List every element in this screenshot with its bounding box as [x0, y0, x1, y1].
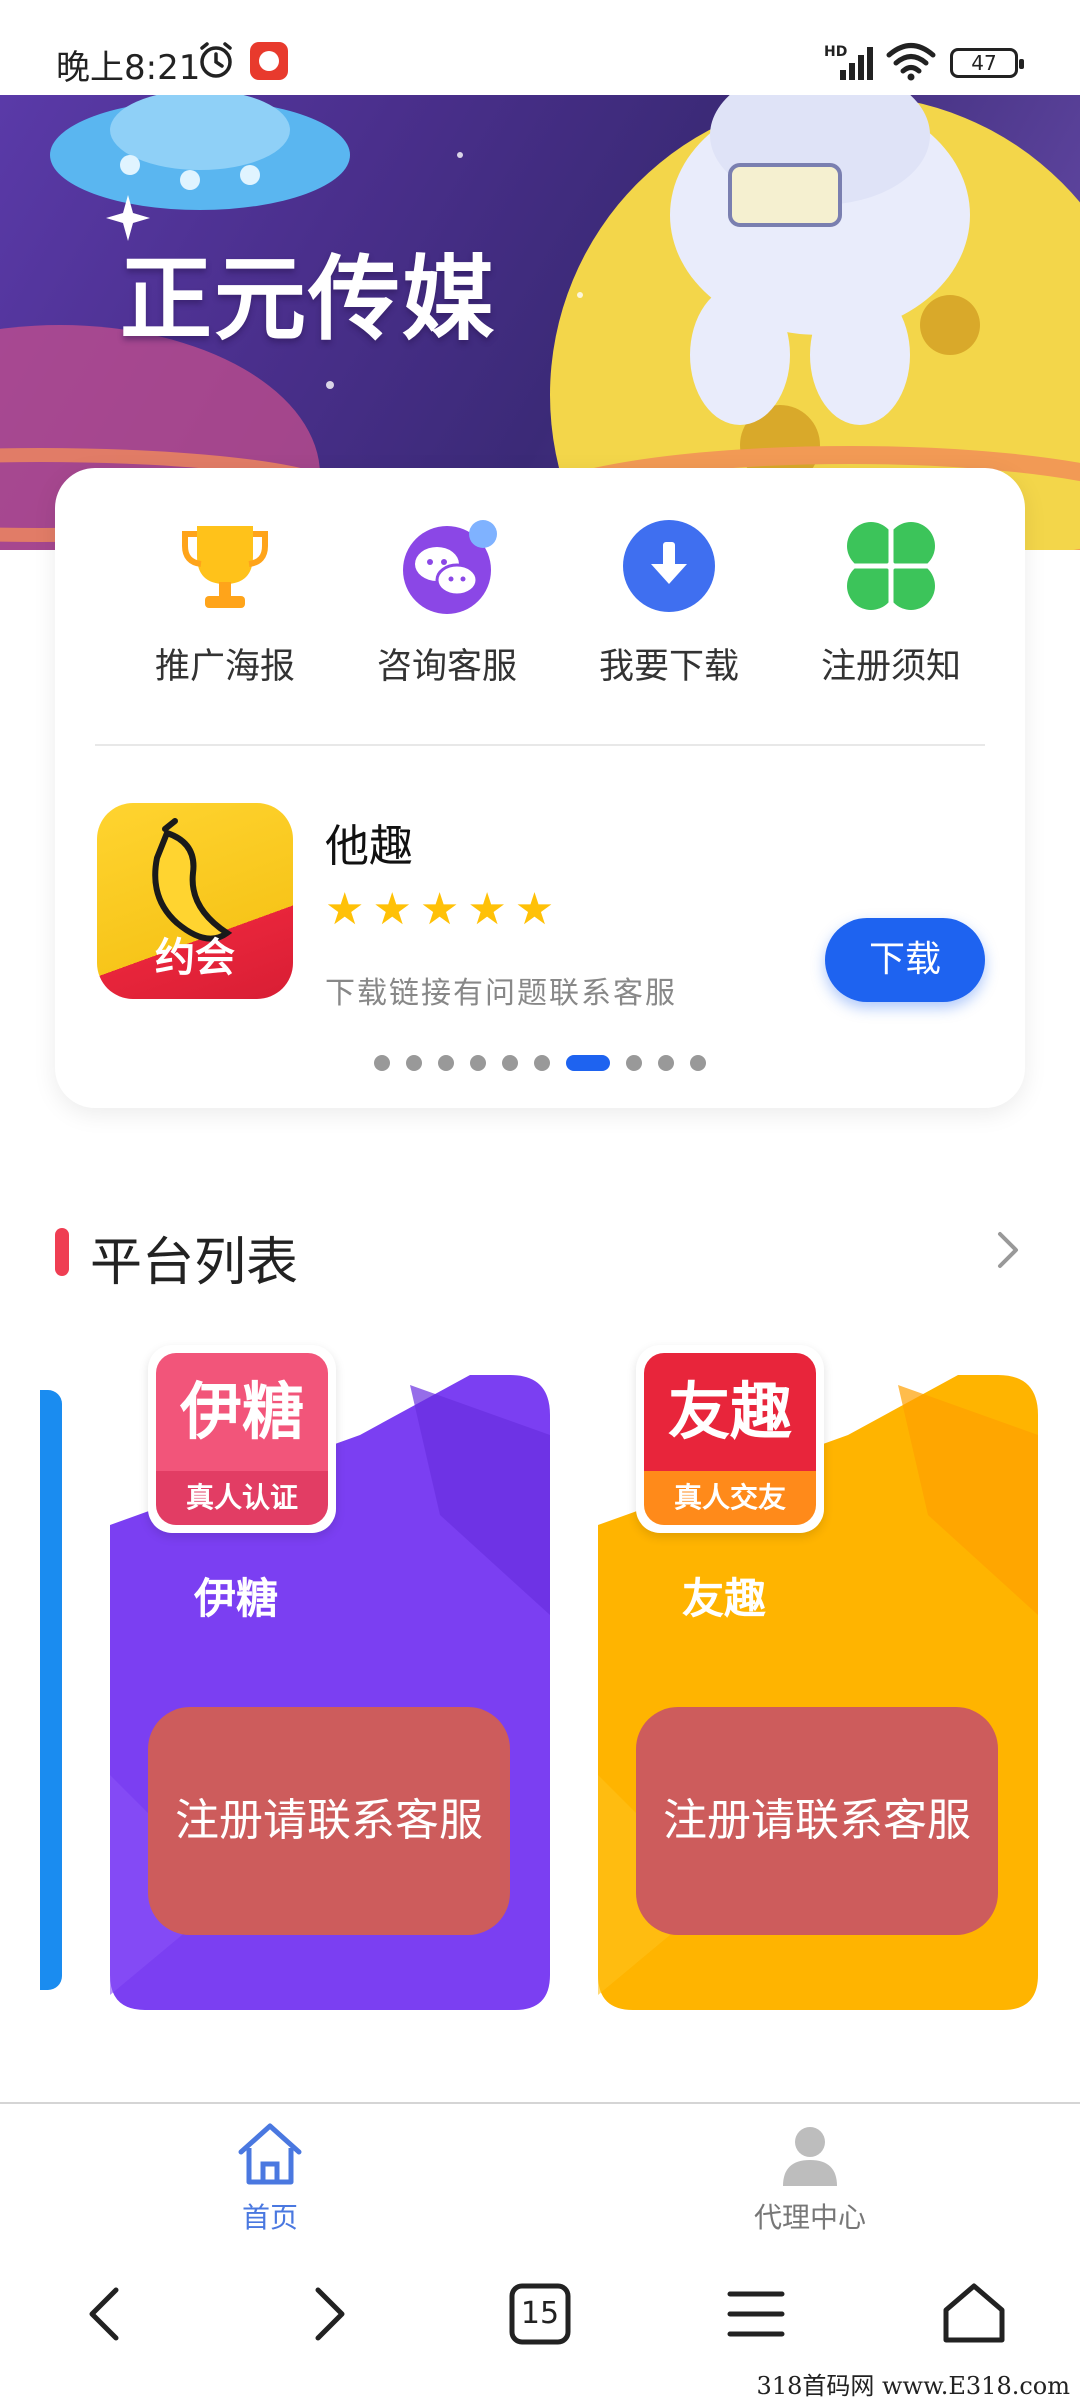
tab-home-label: 首页 [241, 2201, 298, 2234]
section-title: 平台列表 [90, 1233, 299, 1293]
forward-icon[interactable] [288, 2274, 368, 2354]
quick-action-download[interactable]: 我要下载 [569, 516, 769, 706]
back-icon[interactable] [66, 2274, 146, 2354]
platform-logo-subtitle: 真人交友 [644, 1471, 816, 1525]
platform-logo-subtitle: 真人认证 [156, 1471, 328, 1525]
carousel-dot[interactable] [438, 1054, 454, 1071]
tabs-button[interactable]: 15 [500, 2274, 580, 2354]
carousel-dot[interactable] [658, 1054, 674, 1071]
notification-app-icon [250, 42, 288, 80]
carousel-dot[interactable] [690, 1054, 706, 1071]
register-button[interactable]: 注册请联系客服 [148, 1707, 510, 1935]
previous-platform-card-edge[interactable] [40, 1390, 62, 1990]
banner-title: 正元传媒 [120, 246, 497, 353]
chevron-right-icon[interactable] [990, 1226, 1026, 1274]
chat-icon [403, 520, 497, 614]
tab-agent-center-label: 代理中心 [753, 2201, 866, 2234]
home-page-icon[interactable] [934, 2274, 1014, 2354]
menu-icon[interactable] [716, 2274, 796, 2354]
platform-card-yitang[interactable]: 伊糖 真人认证 伊糖 注册请联系客服 [110, 1345, 550, 2010]
register-button[interactable]: 注册请联系客服 [636, 1707, 998, 1935]
status-bar: 晚上8:21 HD 47 [0, 0, 1080, 95]
featured-app-logo[interactable]: 约会 [97, 803, 293, 999]
featured-app-logo-text: 约会 [155, 935, 235, 981]
rating-stars: ★★★★★ [325, 884, 563, 935]
quick-action-poster[interactable]: 推广海报 [125, 516, 325, 706]
tab-home[interactable]: 首页 [170, 2114, 370, 2234]
carousel-dot[interactable] [502, 1054, 518, 1071]
platform-name: 伊糖 [194, 1574, 279, 1623]
tab-agent-center[interactable]: 代理中心 [710, 2114, 910, 2234]
quick-action-label: 推广海报 [154, 647, 295, 687]
carousel-dot[interactable] [470, 1054, 486, 1071]
carousel-indicator [55, 1052, 1025, 1072]
platform-logo: 伊糖 真人认证 [148, 1345, 336, 1533]
platform-name: 友趣 [682, 1574, 767, 1623]
quick-action-label: 注册须知 [820, 647, 961, 687]
carousel-dot[interactable] [534, 1054, 550, 1071]
download-icon [623, 520, 715, 612]
status-time: 晚上8:21 [56, 48, 201, 88]
carousel-dot[interactable] [406, 1054, 422, 1071]
divider [95, 744, 985, 746]
bottom-tab-bar: 首页 代理中心 [0, 2102, 1080, 2234]
alarm-icon [200, 42, 232, 78]
platform-logo-title: 伊糖 [156, 1353, 328, 1471]
watermark: 318首码网 www.E318.com [756, 2372, 1070, 2400]
wifi-icon [886, 43, 936, 81]
quick-actions-card: 推广海报 咨询客服 我要下载 注册须知 约会 他趣 ★★★★★ 下载链接有问题联… [55, 468, 1025, 1108]
battery-indicator: 47 [950, 48, 1024, 78]
user-icon [783, 2127, 837, 2186]
carousel-dot[interactable] [626, 1054, 642, 1071]
tab-count: 15 [520, 2296, 560, 2331]
download-button[interactable]: 下载 [825, 918, 985, 1002]
clover-icon [847, 522, 935, 610]
carousel-dot-active[interactable] [566, 1054, 610, 1071]
carousel-dot[interactable] [374, 1054, 390, 1071]
platform-logo-title: 友趣 [644, 1353, 816, 1471]
quick-action-notice[interactable]: 注册须知 [791, 516, 991, 706]
quick-action-label: 咨询客服 [376, 647, 517, 687]
signal-icon [840, 47, 873, 80]
platform-logo: 友趣 真人交友 [636, 1345, 824, 1533]
quick-action-label: 我要下载 [598, 647, 739, 687]
home-icon [238, 2123, 302, 2185]
platform-card-youqu[interactable]: 友趣 真人交友 友趣 注册请联系客服 [598, 1345, 1038, 2010]
quick-action-support[interactable]: 咨询客服 [347, 516, 547, 706]
featured-app-note: 下载链接有问题联系客服 [325, 976, 677, 1011]
section-accent-bar [55, 1228, 69, 1276]
trophy-icon [182, 526, 268, 608]
featured-app-name: 他趣 [325, 821, 413, 872]
